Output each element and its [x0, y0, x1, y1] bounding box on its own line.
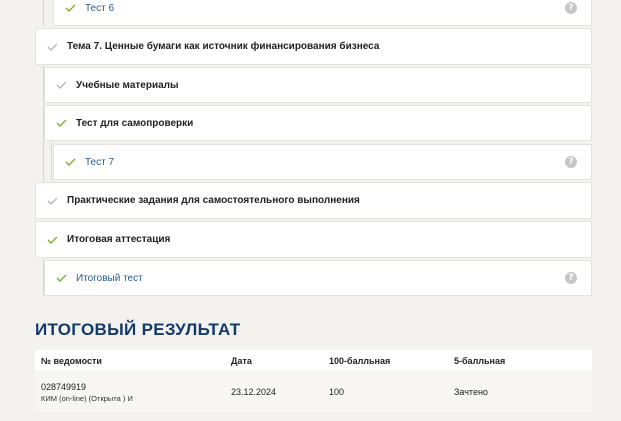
check-icon: [56, 81, 67, 89]
record-number-cell: 028749919 КИМ (on-line) (Открыта ) И: [41, 372, 133, 412]
tree-item-label: Тест для самопроверки: [76, 117, 194, 129]
tree-item-test7[interactable]: Тест 7 ?: [53, 144, 592, 180]
tree-item-topic7[interactable]: Тема 7. Ценные бумаги как источник финан…: [35, 28, 592, 65]
column-header-score100: 100-балльная: [329, 355, 391, 366]
tree-item-materials[interactable]: Учебные материалы: [44, 67, 592, 103]
tree-item-label: Итоговая аттестация: [67, 234, 171, 245]
check-icon: [56, 119, 67, 127]
check-icon: [65, 158, 76, 166]
tree-item-label: Тест 7: [85, 156, 115, 168]
tree-connector: [43, 0, 44, 26]
check-icon: [47, 43, 58, 51]
tree-item-label: Итоговый тест: [76, 272, 143, 284]
tree-item-label: Учебные материалы: [76, 79, 179, 91]
tree-item-label: Тема 7. Ценные бумаги как источник финан…: [67, 41, 380, 52]
tree-item-label: Практические задания для самостоятельног…: [67, 195, 360, 206]
column-header-date: Дата: [231, 355, 252, 366]
tree-connector: [51, 143, 52, 181]
record-number: 028749919: [41, 381, 87, 392]
check-icon: [65, 4, 76, 12]
tree-item-test6[interactable]: Тест 6 ?: [53, 0, 592, 26]
column-header-score5: 5-балльная: [454, 355, 506, 366]
check-icon: [47, 236, 58, 244]
record-type: КИМ (on-line) (Открыта ) И: [41, 393, 133, 403]
tree-item-final-cert[interactable]: Итоговая аттестация: [35, 221, 592, 258]
tree-item-practice[interactable]: Практические задания для самостоятельног…: [35, 182, 592, 219]
check-icon: [47, 197, 58, 205]
help-icon[interactable]: ?: [565, 272, 577, 284]
help-icon[interactable]: ?: [565, 156, 577, 168]
record-score5: Зачтено: [454, 387, 488, 397]
tree-item-label: Тест 6: [85, 2, 115, 14]
column-header-number: № ведомости: [41, 355, 102, 366]
result-table-header: № ведомости Дата 100-балльная 5-балльная: [35, 350, 592, 371]
help-icon[interactable]: ?: [565, 2, 577, 14]
tree-item-final-test[interactable]: Итоговый тест ?: [44, 260, 592, 296]
record-score100: 100: [329, 387, 345, 397]
tree-item-selfcheck[interactable]: Тест для самопроверки: [44, 105, 592, 141]
result-title: ИТОГОВЫЙ РЕЗУЛЬТАТ: [35, 320, 241, 339]
table-row: 028749919 КИМ (on-line) (Открыта ) И 23.…: [35, 372, 592, 412]
check-icon: [56, 274, 67, 282]
record-date: 23.12.2024: [231, 387, 277, 397]
